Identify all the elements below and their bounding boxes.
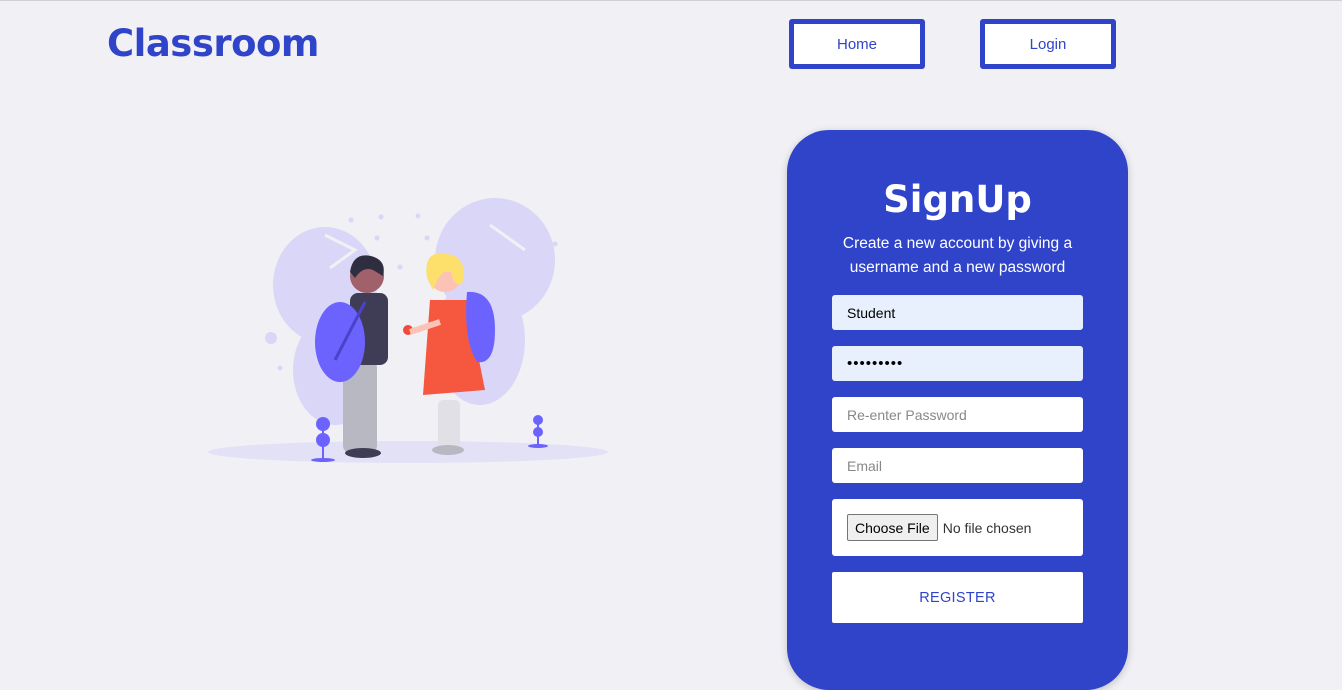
top-border xyxy=(0,0,1342,1)
username-input[interactable]: Student xyxy=(832,295,1083,330)
password-input[interactable]: ••••••••• xyxy=(832,346,1083,381)
choose-file-button[interactable]: Choose File xyxy=(847,514,938,541)
home-button[interactable]: Home xyxy=(789,19,925,69)
file-status-text: No file chosen xyxy=(942,519,1032,536)
email-input[interactable]: Email xyxy=(832,448,1083,483)
signup-title: SignUp xyxy=(883,178,1032,221)
login-button[interactable]: Login xyxy=(980,19,1116,69)
register-button[interactable]: REGISTER xyxy=(832,572,1083,623)
app-logo: Classroom xyxy=(107,22,320,65)
signup-subtitle: Create a new account by giving a usernam… xyxy=(842,235,1073,276)
signup-card: SignUp Create a new account by giving a … xyxy=(787,130,1128,690)
reenter-password-input[interactable]: Re-enter Password xyxy=(832,397,1083,432)
file-upload-field: Choose File No file chosen xyxy=(832,499,1083,556)
students-illustration xyxy=(208,198,608,463)
